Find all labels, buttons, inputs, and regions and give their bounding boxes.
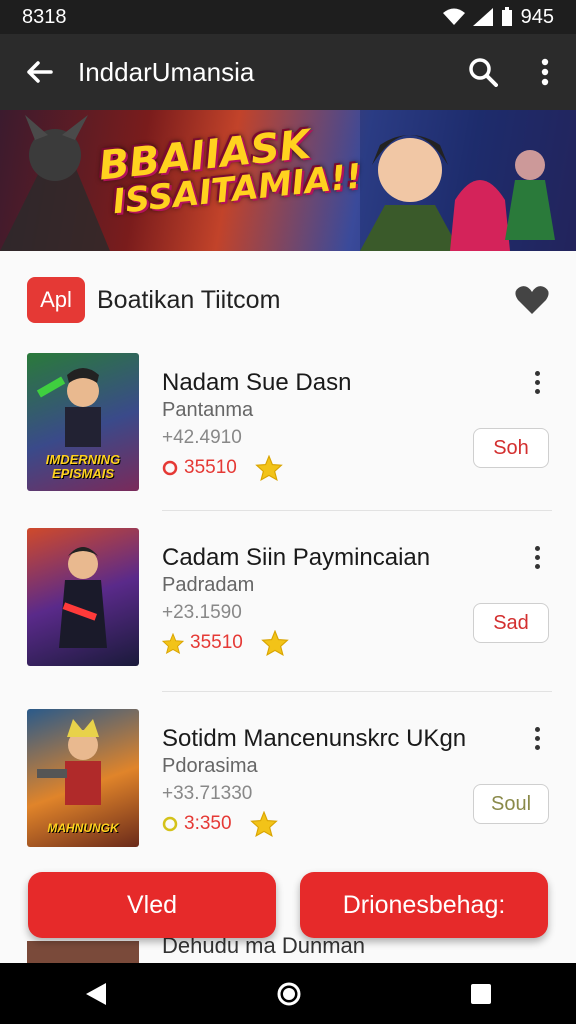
star-icon (255, 455, 283, 481)
item-downloads: +33.71330 (162, 783, 253, 804)
item-title: Nadam Sue Dasn (162, 369, 352, 396)
section-title: Boatikan Tiitcom (97, 285, 281, 314)
app-bar: InddarUmansia (0, 34, 576, 110)
item-downloads: +42.4910 (162, 427, 242, 448)
item-rating: 35510 (162, 630, 289, 656)
signal-icon (472, 8, 493, 26)
heart-icon (515, 286, 549, 314)
arrow-back-icon (27, 61, 53, 83)
item-menu-button[interactable] (526, 367, 548, 397)
game-thumbnail: IMDERNING EPISMAIS (27, 353, 139, 491)
item-subtitle: Pdorasima (162, 755, 258, 777)
item-title: Cadam Siin Paymincaian (162, 544, 431, 571)
primary-action-button[interactable]: Vled (28, 872, 276, 938)
star-icon (261, 630, 289, 656)
item-rating-value: 35510 (190, 632, 243, 653)
nav-back-icon[interactable] (84, 981, 108, 1007)
thumbnail-caption: MAHNUNGK (47, 821, 119, 835)
status-bar: 8318 945 (0, 0, 576, 34)
item-action-button[interactable]: Soh (473, 428, 549, 468)
item-rating: 3:350 (162, 811, 278, 837)
back-button[interactable] (0, 34, 78, 110)
nav-recents-icon[interactable] (470, 983, 492, 1005)
battery-level: 945 (520, 5, 554, 28)
system-nav-bar (0, 963, 576, 1024)
rating-star-icon (162, 632, 184, 654)
list-item[interactable]: MAHNUNGK Sotidm Mancenunskrc UKgn Pdoras… (0, 709, 576, 889)
status-icons: 945 (442, 5, 554, 29)
item-menu-button[interactable] (526, 723, 548, 753)
more-vert-icon (541, 58, 549, 86)
app-badge: Apl (27, 277, 85, 323)
item-rating-value: 3:350 (184, 813, 232, 834)
item-menu-button[interactable] (526, 542, 548, 572)
game-thumbnail (27, 941, 139, 963)
search-icon (469, 58, 498, 87)
section-header: Apl Boatikan Tiitcom (0, 251, 576, 349)
rating-circle-icon (162, 460, 178, 476)
wifi-icon (442, 8, 465, 25)
item-subtitle: Pantanma (162, 399, 254, 421)
favorite-button[interactable] (502, 285, 562, 315)
battery-icon (501, 7, 512, 26)
game-thumbnail: MAHNUNGK (27, 709, 139, 847)
list-item[interactable]: IMDERNING EPISMAIS Nadam Sue Dasn Pantan… (0, 353, 576, 533)
page-title: InddarUmansia (78, 56, 255, 87)
search-button[interactable] (452, 34, 514, 110)
status-time: 8318 (22, 5, 67, 28)
divider (162, 691, 552, 692)
thumbnail-caption: IMDERNING EPISMAIS (45, 452, 121, 482)
content-list[interactable]: Apl Boatikan Tiitcom IMDERNING EPISMAIS … (0, 251, 576, 963)
item-downloads: +23.1590 (162, 602, 242, 623)
star-icon (249, 811, 278, 837)
game-thumbnail (27, 528, 139, 666)
secondary-action-button[interactable]: Drionesbehag: (300, 872, 548, 938)
item-subtitle: Padradam (162, 574, 255, 596)
nav-home-icon[interactable] (276, 981, 302, 1007)
item-rating: 35510 (162, 455, 283, 481)
item-rating-value: 35510 (184, 457, 237, 478)
list-item[interactable]: Cadam Siin Paymincaian Padradam +23.1590… (0, 528, 576, 708)
item-action-button[interactable]: Soul (473, 784, 549, 824)
rating-circle-icon (162, 816, 178, 832)
divider (162, 510, 552, 511)
item-title: Sotidm Mancenunskrc UKgn (162, 725, 467, 752)
overflow-menu-button[interactable] (514, 34, 576, 110)
promo-banner[interactable]: BBAIIASK ISSAITAMIA!! (0, 110, 576, 251)
item-action-button[interactable]: Sad (473, 603, 549, 643)
